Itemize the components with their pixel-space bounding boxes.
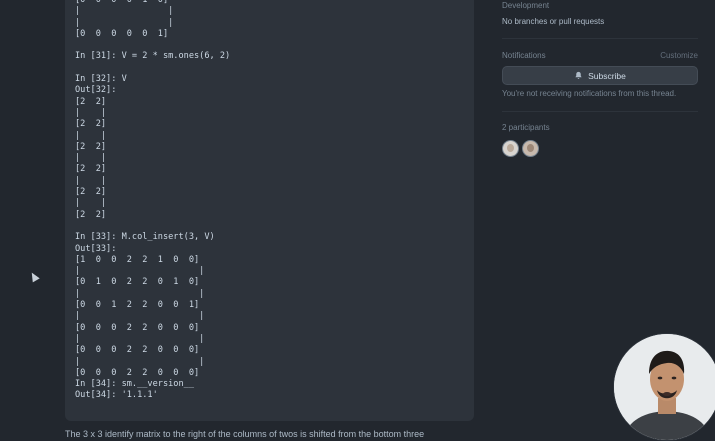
presenter-video [614,334,715,440]
divider [502,111,698,112]
participants-list [502,140,539,157]
development-heading: Development [502,1,550,10]
code-text: [0 0 0 0 1 0] | | | | [0 0 0 0 0 1] In [… [75,0,231,401]
webcam-overlay [613,333,715,441]
development-text: No branches or pull requests [502,17,605,26]
participants-heading: 2 participants [502,123,550,132]
avatar[interactable] [502,140,519,157]
subscribe-label: Subscribe [588,70,626,81]
subscribe-button[interactable]: Subscribe [502,66,698,85]
customize-link[interactable]: Customize [660,51,698,60]
left-rail [0,0,54,439]
bell-icon [575,71,582,79]
comment-text: The 3 x 3 identify matrix to the right o… [65,429,425,439]
code-block: [0 0 0 0 1 0] | | | | [0 0 0 0 0 1] In [… [65,0,474,421]
divider [502,38,698,39]
notifications-heading: Notifications [502,51,546,60]
notification-status: You're not receiving notifications from … [502,89,677,98]
avatar[interactable] [522,140,539,157]
main-content: [0 0 0 0 1 0] | | | | [0 0 0 0 0 1] In [… [53,0,485,439]
